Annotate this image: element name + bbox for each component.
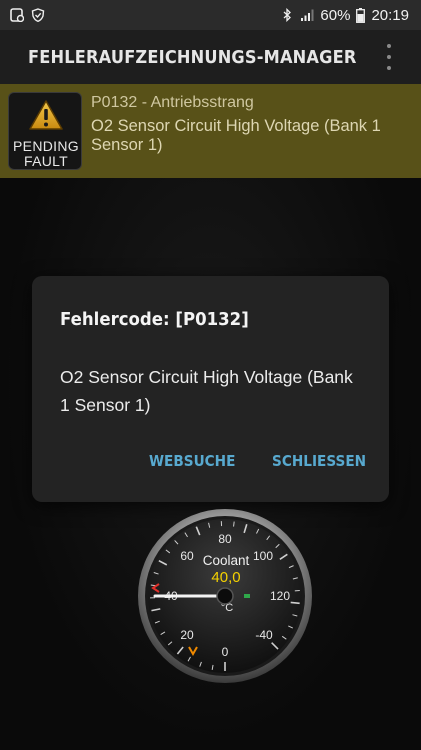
gauge-tick-mark <box>233 521 235 527</box>
gauge-tick-20: 20 <box>180 628 194 642</box>
close-button[interactable]: SCHLIESSEN <box>272 452 366 470</box>
gauge-label: Coolant <box>203 553 250 568</box>
battery-percent: 60% <box>320 6 351 24</box>
clock: 20:19 <box>371 6 409 24</box>
gauge-tick-mark <box>290 601 300 605</box>
fault-description: O2 Sensor Circuit High Voltage (Bank 1 S… <box>91 117 381 154</box>
gauge-tick-80: 80 <box>218 532 232 546</box>
signal-icon <box>301 9 314 21</box>
gauge-green-marker <box>244 594 250 598</box>
app-title: FEHLERAUFZEICHNUNGS-MANAGER <box>28 46 357 68</box>
fault-code-dialog: Fehlercode: [P0132] O2 Sensor Circuit Hi… <box>32 276 389 502</box>
badge-label-line2: FAULT <box>23 153 69 169</box>
battery-icon <box>356 7 366 23</box>
dialog-message: O2 Sensor Circuit High Voltage (Bank 1 S… <box>60 367 353 415</box>
pending-fault-badge: PENDING FAULT <box>8 92 82 170</box>
app-bar: FEHLERAUFZEICHNUNGS-MANAGER <box>0 30 421 84</box>
fault-code-label: P0132 - Antriebsstrang <box>91 94 254 111</box>
badge-label-line1: PENDING <box>13 138 79 154</box>
websearch-button[interactable]: WEBSUCHE <box>149 452 235 470</box>
warning-icon <box>29 100 63 130</box>
coolant-gauge: -40 0 20 40 60 80 100 120 Coolant 40,0 °… <box>138 509 312 683</box>
gauge-tick-120: 120 <box>270 589 290 603</box>
bluetooth-icon <box>283 8 292 22</box>
gauge-tick-neg40: -40 <box>255 628 273 642</box>
dialog-title: Fehlercode: [P0132] <box>60 309 249 330</box>
status-bar: 60% 20:19 <box>0 0 421 30</box>
notification-icon <box>10 8 24 22</box>
overflow-menu-icon[interactable] <box>385 44 393 70</box>
gauge-tick-0: 0 <box>222 645 229 659</box>
shield-icon <box>31 8 45 22</box>
gauge-hub <box>216 587 234 605</box>
gauge-tick-100: 100 <box>253 549 273 563</box>
gauge-value: 40,0 <box>211 569 240 586</box>
gauge-tick-60: 60 <box>180 549 194 563</box>
